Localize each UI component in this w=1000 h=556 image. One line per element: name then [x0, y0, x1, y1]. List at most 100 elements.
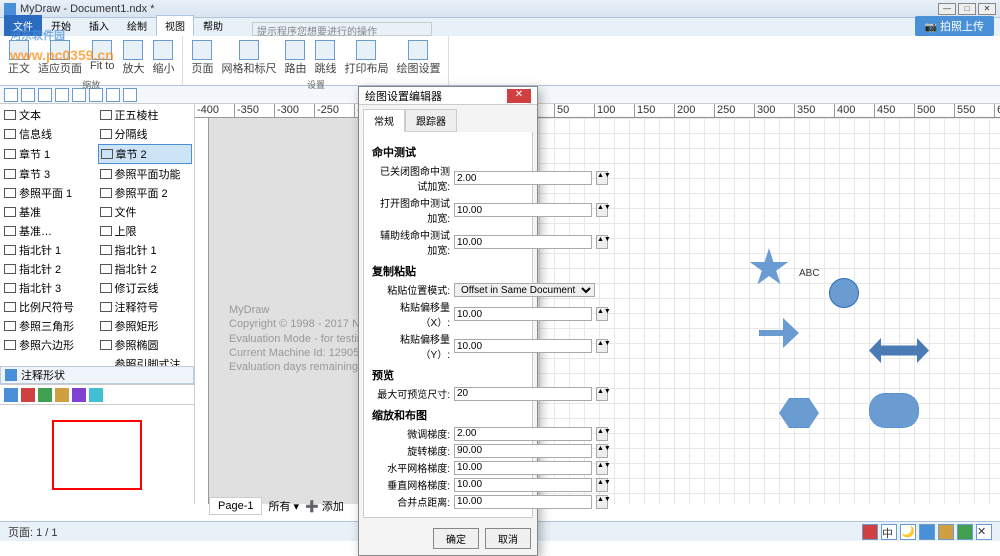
- max-preview-size-input[interactable]: [454, 387, 592, 401]
- grid-ruler-button[interactable]: 网格和标尺: [219, 38, 278, 78]
- minimize-button[interactable]: —: [938, 3, 956, 15]
- nudge-step-input[interactable]: [454, 427, 592, 441]
- shape-arrow[interactable]: [759, 318, 799, 348]
- maximize-button[interactable]: □: [958, 3, 976, 15]
- spinner-icon[interactable]: ▲▼: [596, 307, 608, 321]
- paste-mode-select[interactable]: Offset in Same Document: [454, 283, 595, 297]
- library-item[interactable]: 参照平面功能: [98, 165, 193, 183]
- paste-offset-x-input[interactable]: [454, 307, 592, 321]
- tab-draw[interactable]: 绘制: [118, 15, 156, 36]
- canvas-text[interactable]: ABC: [799, 268, 820, 279]
- dialog-tab-tracker[interactable]: 跟踪器: [405, 109, 457, 132]
- vgrid-step-input[interactable]: [454, 478, 592, 492]
- library-item[interactable]: 指北针 2: [98, 260, 193, 278]
- open-hit-width-input[interactable]: [454, 203, 592, 217]
- zoom-in-button[interactable]: 放大: [120, 38, 146, 78]
- closed-hit-width-input[interactable]: [454, 171, 592, 185]
- qt-icon[interactable]: [55, 88, 69, 102]
- library-item[interactable]: 参照六边形: [2, 336, 97, 354]
- tab-home[interactable]: 开始: [42, 15, 80, 36]
- page-tab-1[interactable]: Page-1: [209, 497, 262, 515]
- spinner-icon[interactable]: ▲▼: [596, 387, 608, 401]
- shape-hexagon[interactable]: [779, 398, 819, 428]
- spinner-icon[interactable]: ▲▼: [596, 495, 608, 509]
- library-header[interactable]: 注释形状: [0, 366, 194, 384]
- qt-icon[interactable]: [123, 88, 137, 102]
- spinner-icon[interactable]: ▲▼: [596, 461, 608, 475]
- library-item[interactable]: 参照椭圆: [98, 336, 193, 354]
- rotate-step-input[interactable]: [454, 444, 592, 458]
- jump-button[interactable]: 跳线: [312, 38, 338, 78]
- cancel-button[interactable]: 取消: [485, 528, 531, 549]
- library-item[interactable]: 参照矩形: [98, 317, 193, 335]
- spinner-icon[interactable]: ▲▼: [596, 339, 608, 353]
- library-item[interactable]: 参照平面 1: [2, 184, 97, 202]
- shape-tool-icon[interactable]: [72, 388, 86, 402]
- shape-tool-icon[interactable]: [21, 388, 35, 402]
- tab-insert[interactable]: 插入: [80, 15, 118, 36]
- library-item[interactable]: 参照平面 2: [98, 184, 193, 202]
- guide-hit-width-input[interactable]: [454, 235, 592, 249]
- tray-icon[interactable]: 中: [881, 524, 897, 540]
- drawing-settings-button[interactable]: 绘图设置: [394, 38, 442, 78]
- library-item[interactable]: 上限: [98, 222, 193, 240]
- shape-tool-icon[interactable]: [4, 388, 18, 402]
- spinner-icon[interactable]: ▲▼: [596, 444, 608, 458]
- library-item[interactable]: 指北针 1: [2, 241, 97, 259]
- shape-circle[interactable]: [829, 278, 859, 308]
- fit-page-button[interactable]: 适应页面: [36, 38, 84, 78]
- spinner-icon[interactable]: ▲▼: [596, 203, 608, 217]
- zoom-out-button[interactable]: 缩小: [150, 38, 176, 78]
- shape-tool-icon[interactable]: [38, 388, 52, 402]
- tab-file[interactable]: 文件: [4, 15, 42, 36]
- spinner-icon[interactable]: ▲▼: [596, 171, 608, 185]
- tab-help[interactable]: 帮助: [194, 15, 232, 36]
- library-item[interactable]: 基准…: [2, 222, 97, 240]
- spinner-icon[interactable]: ▲▼: [596, 235, 608, 249]
- shape-rounded-rect[interactable]: [869, 393, 919, 428]
- qt-icon[interactable]: [21, 88, 35, 102]
- tray-icon[interactable]: 🌙: [900, 524, 916, 540]
- library-item[interactable]: 修订云线: [98, 279, 193, 297]
- library-item[interactable]: 注释符号: [98, 298, 193, 316]
- upload-button[interactable]: 📷 拍照上传: [915, 16, 994, 36]
- print-layout-button[interactable]: 打印布局: [342, 38, 390, 78]
- add-page-button[interactable]: ➕ 添加: [305, 498, 344, 514]
- library-item[interactable]: 章节 2: [98, 144, 193, 164]
- tray-icon[interactable]: ✕: [976, 524, 992, 540]
- zoom-body-button[interactable]: 正文: [6, 38, 32, 78]
- close-button[interactable]: ✕: [978, 3, 996, 15]
- library-item[interactable]: 指北针 3: [2, 279, 97, 297]
- library-item[interactable]: 信息线: [2, 125, 97, 143]
- merge-distance-input[interactable]: [454, 495, 592, 509]
- library-item[interactable]: 章节 1: [2, 144, 97, 164]
- library-item[interactable]: 参照圆: [2, 355, 97, 366]
- spinner-icon[interactable]: ▲▼: [596, 427, 608, 441]
- qt-icon[interactable]: [38, 88, 52, 102]
- spinner-icon[interactable]: ▲▼: [596, 478, 608, 492]
- page-button[interactable]: 页面: [189, 38, 215, 78]
- dialog-close-button[interactable]: ✕: [507, 89, 531, 103]
- tray-icon[interactable]: [938, 524, 954, 540]
- tray-icon[interactable]: [862, 524, 878, 540]
- library-item[interactable]: 正五棱柱: [98, 106, 193, 124]
- library-item[interactable]: 基准: [2, 203, 97, 221]
- ok-button[interactable]: 确定: [433, 528, 479, 549]
- preview-thumbnail[interactable]: [52, 420, 142, 490]
- dialog-titlebar[interactable]: 绘图设置编辑器 ✕: [359, 87, 537, 105]
- all-pages-dropdown[interactable]: 所有 ▾: [268, 498, 299, 514]
- library-item[interactable]: 文本: [2, 106, 97, 124]
- shape-tool-icon[interactable]: [89, 388, 103, 402]
- library-item[interactable]: 文件: [98, 203, 193, 221]
- hgrid-step-input[interactable]: [454, 461, 592, 475]
- library-item[interactable]: 分隔线: [98, 125, 193, 143]
- library-item[interactable]: 比例尺符号: [2, 298, 97, 316]
- paste-offset-y-input[interactable]: [454, 339, 592, 353]
- shape-double-arrow[interactable]: [869, 338, 929, 363]
- library-item[interactable]: 章节 3: [2, 165, 97, 183]
- tray-icon[interactable]: [957, 524, 973, 540]
- tray-icon[interactable]: [919, 524, 935, 540]
- library-item[interactable]: 指北针 1: [98, 241, 193, 259]
- dialog-tab-general[interactable]: 常规: [363, 109, 405, 132]
- library-item[interactable]: 参照三角形: [2, 317, 97, 335]
